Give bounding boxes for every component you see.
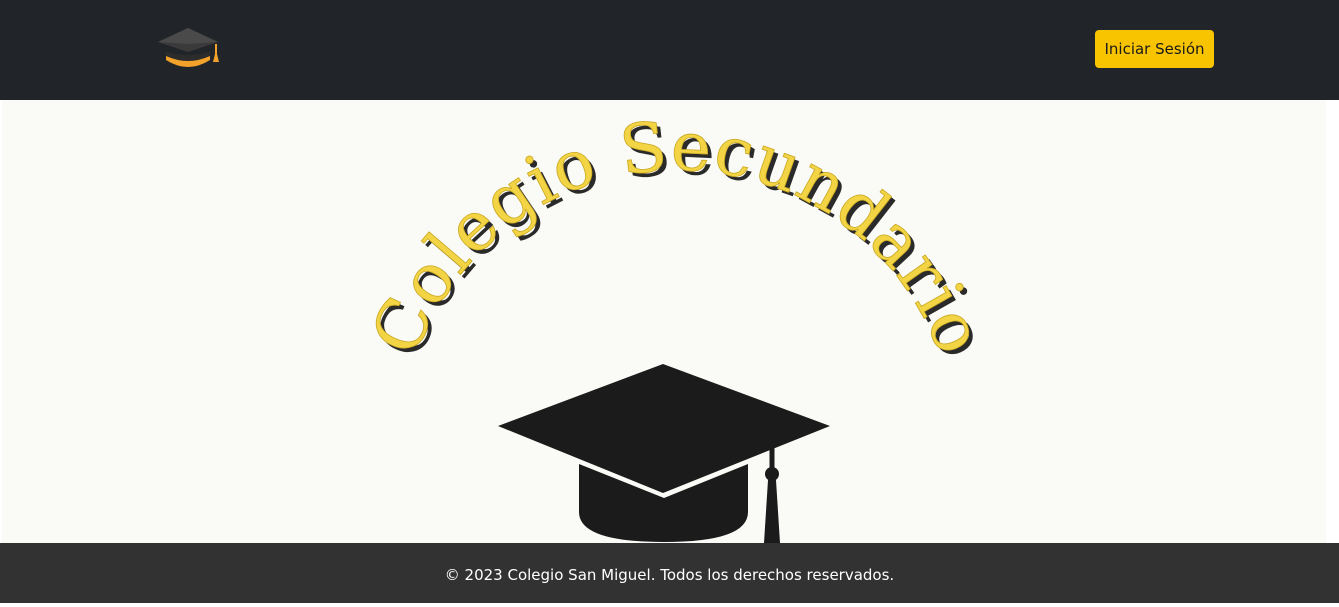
login-button[interactable]: Iniciar Sesión: [1095, 30, 1214, 68]
hero-banner: Colegio Secundario Colegio Secundario: [0, 100, 1339, 543]
footer: © 2023 Colegio San Miguel. Todos los der…: [0, 543, 1339, 603]
svg-text:Colegio Secundario: Colegio Secundario: [357, 107, 1000, 365]
hero-panel: Colegio Secundario Colegio Secundario: [2, 100, 1326, 543]
graduation-cap-icon[interactable]: [152, 22, 226, 74]
copyright-text: © 2023 Colegio San Miguel. Todos los der…: [444, 566, 895, 584]
graduation-cap-icon: [498, 364, 830, 543]
school-emblem: Colegio Secundario Colegio Secundario: [356, 107, 1002, 543]
navbar: Iniciar Sesión: [0, 0, 1339, 100]
arc-title: Colegio Secundario: [356, 107, 998, 366]
